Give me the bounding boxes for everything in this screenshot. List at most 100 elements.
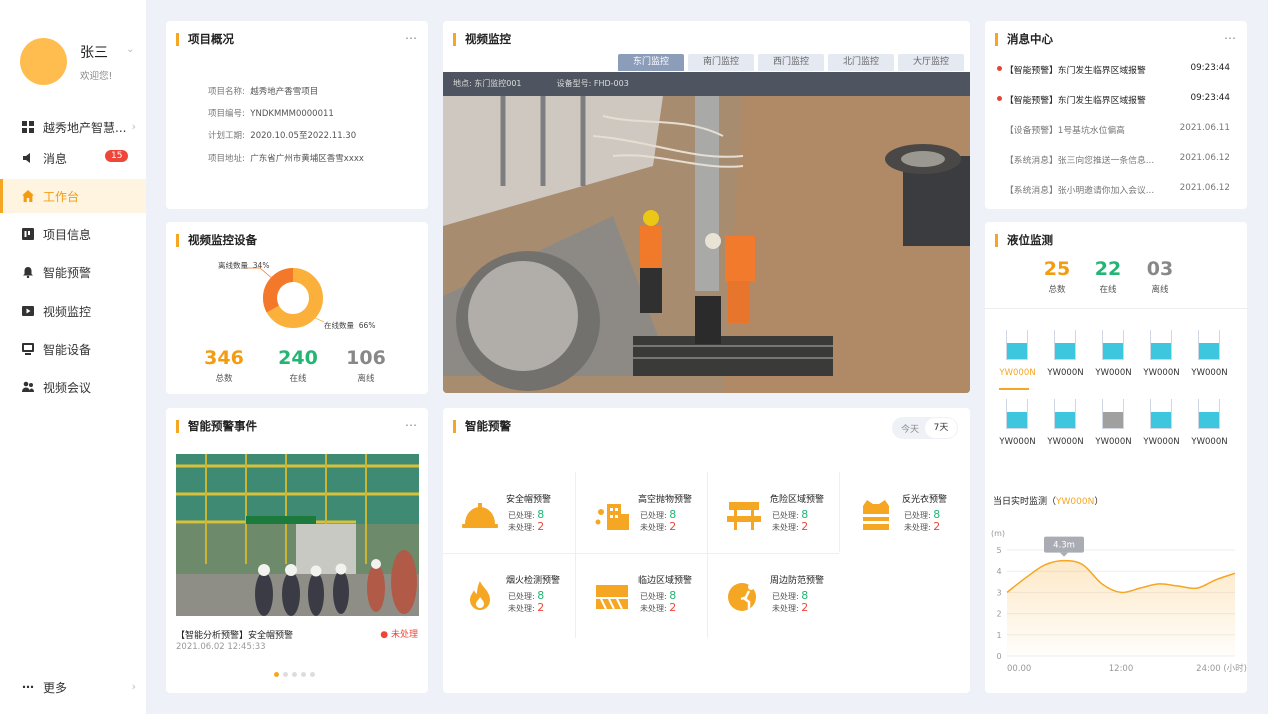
welcome-text: 欢迎您! <box>80 71 113 82</box>
tank-gauge[interactable]: YW000N <box>1043 399 1088 449</box>
more-icon: ⋯ <box>22 680 34 694</box>
speaker-icon <box>22 152 34 164</box>
project-name-row: 项目名称: 越秀地产香雪项目 <box>208 87 319 97</box>
tank-gauge[interactable]: YW000N <box>1043 330 1088 380</box>
tank-fill <box>1151 412 1171 428</box>
alarm-smoke-fire[interactable]: 烟火检测预警 已处理: 8 未处理: 2 <box>461 563 595 641</box>
tab-north-gate[interactable]: 北门监控 <box>828 54 894 71</box>
building-icon <box>595 504 629 530</box>
carousel-dot[interactable] <box>301 672 306 677</box>
sidebar-item-project-info[interactable]: 项目信息 <box>0 217 146 251</box>
tank-gauge[interactable]: YW000N <box>1139 330 1184 380</box>
message-center-card: 消息中心 ⋯ 【智能预警】东门发生临界区域报警 09:23:44 【智能预警】东门… <box>985 21 1247 209</box>
smart-alarm-card: 智能预警 今天 7天 安全帽预警 已处理: 8 未处理: 2 高空抛物预警 已处… <box>443 408 970 693</box>
carousel-dot-active[interactable] <box>274 672 279 677</box>
event-time: 2021.06.02 12:45:33 <box>176 642 266 652</box>
video-feed[interactable] <box>443 96 970 393</box>
carousel-dot[interactable] <box>283 672 288 677</box>
meeting-icon <box>22 381 34 393</box>
tank-label: YW000N <box>1047 437 1084 447</box>
water-level-chart[interactable]: 0 1 2 3 4 5 (m) 00.00 12:00 24:00 (小时) 4.3m <box>985 520 1247 678</box>
user-name: 张三 <box>80 45 108 61</box>
online-pct-label: 在线数量 66% <box>324 321 376 330</box>
grid-icon <box>22 121 34 133</box>
tank-gauge[interactable]: YW000N <box>995 330 1040 380</box>
alarm-reflective-vest[interactable]: 反光衣预警 已处理: 8 未处理: 2 <box>857 482 991 560</box>
avatar[interactable] <box>20 38 67 85</box>
alarm-perimeter[interactable]: 周边防范预警 已处理: 8 未处理: 2 <box>725 563 859 641</box>
carousel-indicator[interactable] <box>274 672 315 677</box>
tank-fill <box>1151 343 1171 359</box>
event-status: ● 未处理 <box>380 630 418 640</box>
tank-body <box>1102 399 1124 429</box>
alarm-events-card: 智能预警事件 ⋯ 【智能分析预警】安全帽预警 ● 未处理 2021.06.02 … <box>166 408 428 693</box>
sidebar-item-video[interactable]: 视频监控 <box>0 294 146 328</box>
y-tick-label: 5 <box>996 546 1001 555</box>
carousel-dot[interactable] <box>310 672 315 677</box>
device-offline-stat: 106 离线 <box>346 347 386 384</box>
tank-label: YW000N <box>999 368 1036 378</box>
more-options-icon[interactable]: ⋯ <box>405 31 418 45</box>
sidebar-item-project-group[interactable]: 越秀地产智慧... › <box>0 110 146 144</box>
x-tick-label: 12:00 <box>1109 664 1134 674</box>
sidebar-item-devices[interactable]: 智能设备 <box>0 332 146 366</box>
sidebar-item-label: 视频会议 <box>43 380 92 395</box>
card-title: 项目概况 <box>176 33 234 46</box>
more-options-icon[interactable]: ⋯ <box>1224 31 1237 45</box>
tank-body <box>1150 399 1172 429</box>
alarm-edge-zone[interactable]: 临边区域预警 已处理: 8 未处理: 2 <box>593 563 727 641</box>
y-tick-label: 2 <box>996 610 1001 619</box>
alarm-danger-zone[interactable]: 危险区域预警 已处理: 8 未处理: 2 <box>725 482 859 560</box>
sidebar-item-label: 视频监控 <box>43 304 92 319</box>
realtime-label: 当日实时监测（YW000N） <box>993 497 1104 507</box>
tab-east-gate[interactable]: 东门监控 <box>618 54 684 71</box>
sidebar-item-label: 更多 <box>43 680 68 695</box>
tab-west-gate[interactable]: 西门监控 <box>758 54 824 71</box>
card-title: 智能预警 <box>453 420 511 433</box>
tank-label: YW000N <box>1143 368 1180 378</box>
carousel-dot[interactable] <box>292 672 297 677</box>
sidebar-item-workbench[interactable]: 工作台 <box>0 179 146 213</box>
helmet-icon <box>462 503 498 528</box>
tab-hall[interactable]: 大厅监控 <box>898 54 964 71</box>
y-tick-label: 0 <box>996 652 1001 661</box>
tank-gauge[interactable]: YW000N <box>1187 399 1232 449</box>
tank-gauge[interactable]: YW000N <box>995 399 1040 449</box>
tank-body <box>1102 330 1124 360</box>
bell-icon <box>22 266 34 278</box>
sidebar-item-label: 越秀地产智慧... <box>43 120 127 135</box>
alarm-helmet[interactable]: 安全帽预警 已处理: 8 未处理: 2 <box>461 482 595 560</box>
chevron-right-icon: › <box>131 680 136 693</box>
device-total-stat: 346 总数 <box>204 347 244 384</box>
perimeter-icon <box>728 583 756 611</box>
tank-fill <box>1199 343 1219 359</box>
liquid-offline-stat: 03 离线 <box>1146 258 1174 295</box>
sidebar-item-more[interactable]: ⋯ 更多 › <box>0 670 146 704</box>
toggle-7-days[interactable]: 7天 <box>925 418 957 438</box>
tank-gauge[interactable]: YW000N <box>1091 330 1136 380</box>
video-icon <box>22 305 34 317</box>
tank-label: YW000N <box>1095 437 1132 447</box>
sidebar-item-label: 智能设备 <box>43 342 92 357</box>
sidebar-item-messages[interactable]: 消息 15 <box>0 141 146 175</box>
tab-south-gate[interactable]: 南门监控 <box>688 54 754 71</box>
more-options-icon[interactable]: ⋯ <box>405 418 418 432</box>
tank-body <box>1054 330 1076 360</box>
alarm-falling-object[interactable]: 高空抛物预警 已处理: 8 未处理: 2 <box>593 482 727 560</box>
chevron-down-icon[interactable]: ⌄ <box>126 44 134 55</box>
sidebar-item-label: 消息 <box>43 151 68 166</box>
sidebar-item-label: 项目信息 <box>43 227 92 242</box>
sidebar-item-meeting[interactable]: 视频会议 <box>0 370 146 404</box>
sidebar-item-label: 智能预警 <box>43 265 92 280</box>
tank-fill <box>1007 412 1027 428</box>
toggle-today[interactable]: 今天 <box>901 422 919 435</box>
tooltip-pointer <box>1060 552 1068 557</box>
tank-gauge[interactable]: YW000N <box>1139 399 1184 449</box>
event-snapshot-image[interactable] <box>176 454 419 616</box>
tank-gauge[interactable]: YW000N <box>1091 399 1136 449</box>
tank-fill <box>1055 343 1075 359</box>
tank-body <box>1198 399 1220 429</box>
tank-gauge[interactable]: YW000N <box>1187 330 1232 380</box>
user-profile[interactable]: 张三 欢迎您! ⌄ <box>20 38 140 88</box>
sidebar-item-smart-alarm[interactable]: 智能预警 <box>0 255 146 289</box>
